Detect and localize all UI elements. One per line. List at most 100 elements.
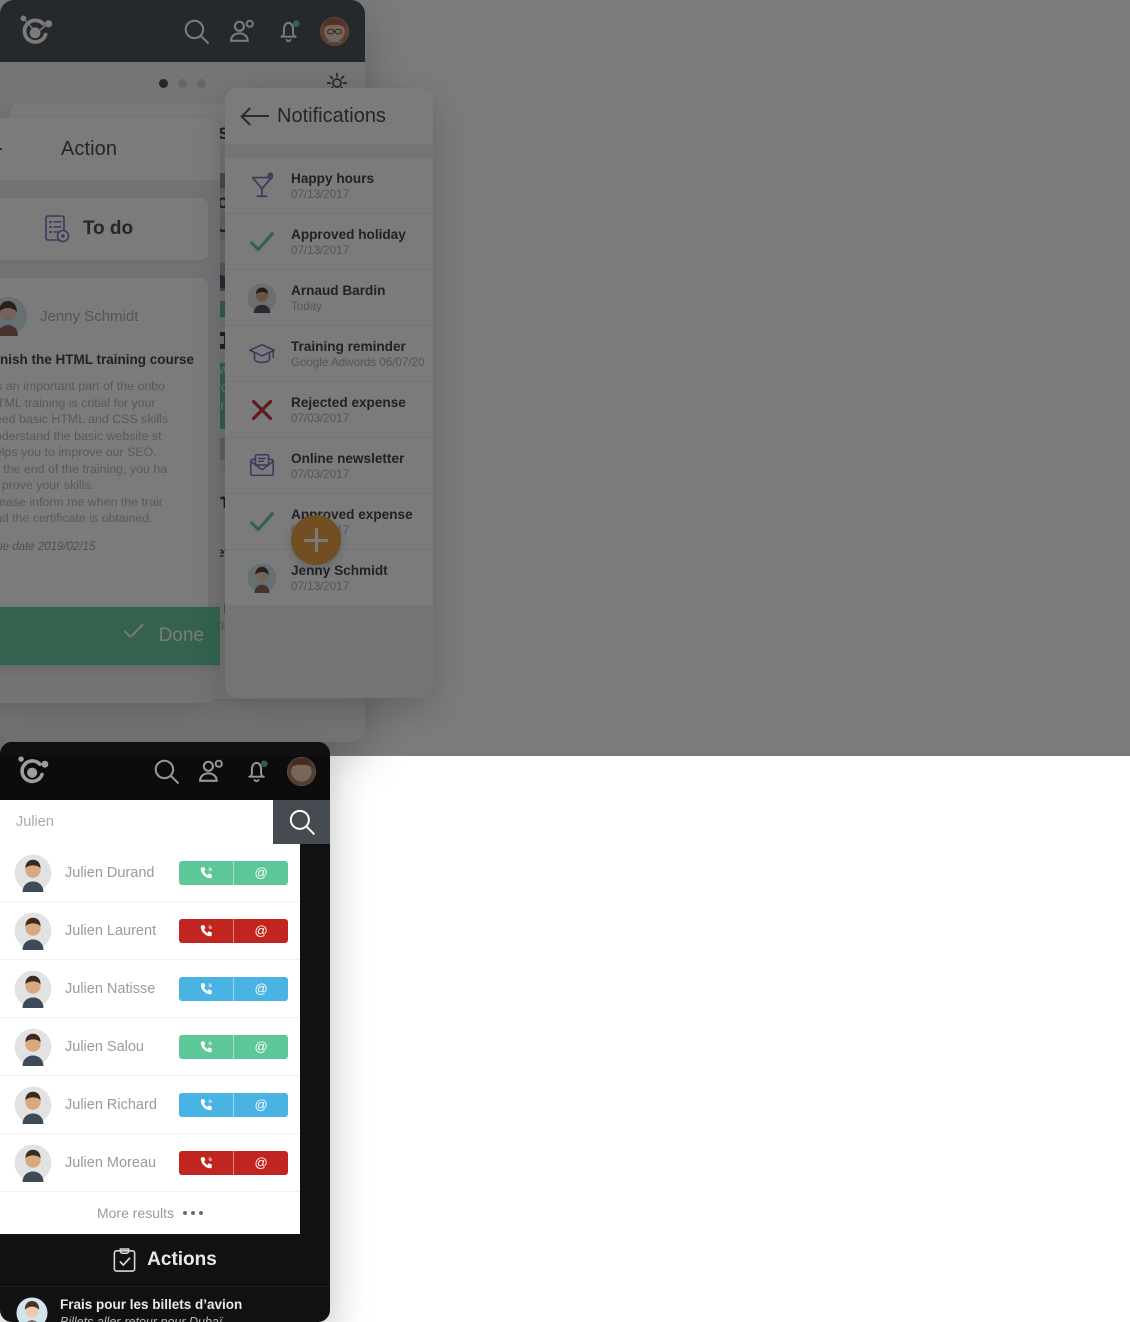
notification-date: 07/03/2017 [291,467,350,481]
notification-row[interactable]: Training reminder Google Adwords 06/07/20 [225,326,433,382]
search-button[interactable] [273,800,330,844]
email-button[interactable]: @ [234,861,288,885]
notification-text: Happy hours 07/13/2017 [291,171,374,201]
notification-title: Jenny Schmidt [291,562,388,578]
notification-text: Jenny Schmidt 07/13/2017 [291,563,388,593]
contact-actions: @ [179,976,288,1001]
phone-icon [200,867,212,879]
avatar [14,912,52,950]
action-text: Frais pour les billets d’avion Billets al… [60,1297,242,1322]
call-button[interactable] [179,860,235,885]
avatar [14,1086,52,1124]
more-results-label: More results [96,1205,175,1221]
app-header-dark [0,742,330,800]
contact-name: Julien Richard [65,1096,157,1113]
search-result-row[interactable]: Julien Salou @ [0,1018,300,1076]
header-icons [182,16,349,46]
email-button[interactable]: @ [234,977,288,1001]
pager-dot-2[interactable] [178,78,187,88]
notification-row[interactable]: Arnaud Bardin Today [225,270,433,326]
email-button[interactable]: @ [234,1151,288,1175]
search-input[interactable]: Julien [0,800,273,844]
notification-title: Online newsletter [291,450,405,466]
peoplespheres-logo-icon[interactable] [14,754,52,788]
todo-card[interactable]: To do [0,198,208,260]
at-icon: @ [254,1155,268,1170]
done-button[interactable]: Done [0,607,220,665]
avatar [14,854,52,892]
user-avatar[interactable] [287,756,316,786]
call-button[interactable] [179,918,235,943]
cross-icon [247,395,277,425]
check-icon [250,231,274,251]
notification-text: Online newsletter 07/03/2017 [291,451,404,481]
contact-actions: @ [179,860,288,885]
notification-row[interactable]: Online newsletter 07/03/2017 [225,438,433,494]
pager-dot-1[interactable] [159,78,168,88]
search-result-row[interactable]: Julien Moreau @ [0,1134,300,1192]
phone-icon [200,1041,212,1053]
search-result-row[interactable]: Julien Durand @ [0,844,300,902]
search-result-row[interactable]: Julien Richard @ [0,1076,300,1134]
notification-row[interactable]: Happy hours 07/13/2017 [225,158,433,214]
envelope-icon [247,451,277,481]
notification-text: Rejected expense 07/03/2017 [291,395,406,425]
search-icon[interactable] [152,757,181,786]
email-button[interactable]: @ [234,919,288,943]
action-subtitle: Billets aller-retour pour Dubaï [60,1315,223,1322]
at-icon: @ [254,923,268,938]
notification-title: Arnaud Bardin [291,282,386,298]
call-button[interactable] [179,1034,235,1059]
notification-title: Rejected expense [291,394,406,410]
user-avatar[interactable] [320,16,349,46]
action-panel: Action To do Jenny Schmidt Finish the HT… [0,118,220,703]
header-icons [152,756,316,786]
people-icon[interactable] [197,757,226,786]
graduation-icon [247,339,277,369]
bell-icon[interactable] [242,757,271,786]
notification-row[interactable]: Approved holiday 07/13/2017 [225,214,433,270]
cocktail-icon [251,171,274,197]
more-results-button[interactable]: More results [0,1192,300,1234]
at-icon: @ [254,981,268,996]
bell-icon[interactable] [274,17,303,46]
contact-name: Julien Durand [65,864,155,881]
search-result-row[interactable]: Julien Natisse @ [0,960,300,1018]
call-button[interactable] [179,1150,235,1175]
check-icon [247,227,277,257]
pager-dot-3[interactable] [197,78,206,88]
contact-actions: @ [179,918,288,943]
people-icon[interactable] [228,17,257,46]
cocktail-icon [247,171,277,201]
check-icon [122,628,146,644]
avatar [14,1028,52,1066]
peoplespheres-logo-icon[interactable] [16,13,56,49]
notification-text: Approved holiday 07/13/2017 [291,227,406,257]
todo-card-label: To do [82,218,134,239]
notification-row[interactable]: Rejected expense 07/03/2017 [225,382,433,438]
search-icon[interactable] [182,17,211,46]
add-action-button[interactable] [291,515,341,565]
notification-date: 07/13/2017 [291,579,350,593]
email-button[interactable]: @ [234,1035,288,1059]
contact-actions: @ [179,1034,288,1059]
contact-actions: @ [179,1092,288,1117]
contact-name: Julien Salou [65,1038,144,1055]
action-panel-header: Action [0,118,220,180]
actions-title: Actions [147,1249,217,1270]
french-actions-section: Actions Frais pour les billets d’avion Bi… [0,1234,330,1322]
contact-name: Julien Laurent [65,922,157,939]
action-row[interactable]: Frais pour les billets d’avion Billets al… [0,1286,330,1322]
notifications-header: Notifications [225,88,433,144]
search-result-row[interactable]: Julien Laurent @ [0,902,300,960]
notifications-panel: Notifications Happy hours 07/13/2017 Appro… [225,88,433,698]
notification-date: Google Adwords 06/07/20 [291,355,425,369]
call-button[interactable] [179,976,235,1001]
back-arrow-icon[interactable] [243,107,269,125]
search-bar: Julien [0,800,330,844]
call-button[interactable] [179,1092,235,1117]
contact-name: Julien Moreau [65,1154,157,1171]
contact-name: Julien Natisse [65,980,156,997]
email-button[interactable]: @ [234,1093,288,1117]
phone-icon [200,925,212,937]
